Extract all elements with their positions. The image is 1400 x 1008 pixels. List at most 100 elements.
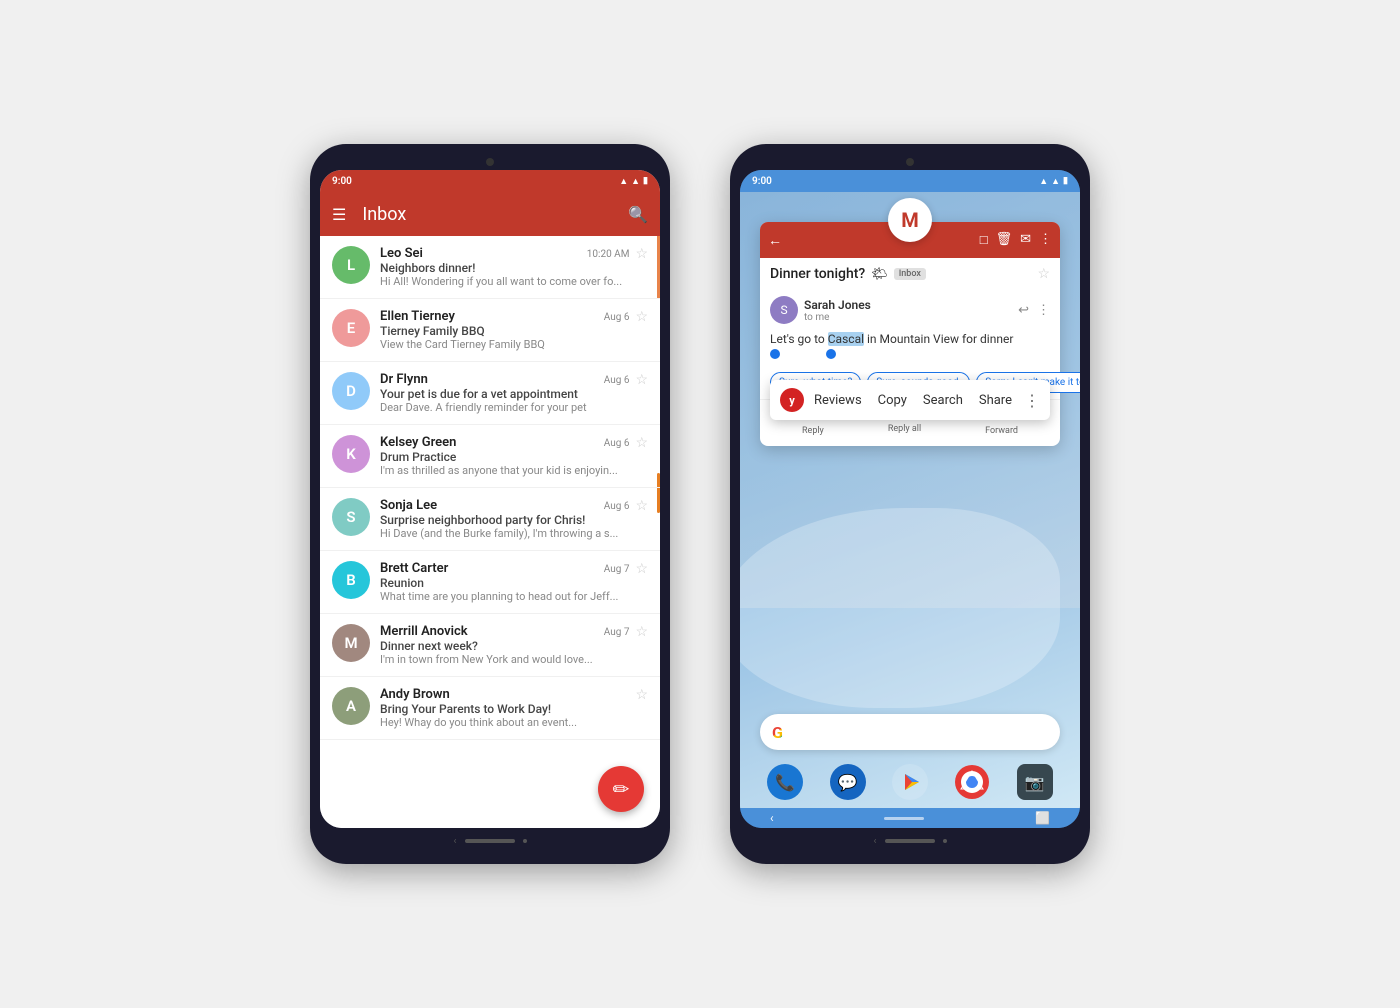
hamburger-menu[interactable]: ☰ xyxy=(332,205,346,224)
wifi-icon-2: ▲ xyxy=(1039,176,1048,187)
dock-camera[interactable]: 📷 xyxy=(1017,764,1053,800)
avatar-3: D xyxy=(332,372,370,410)
dock-phone[interactable]: 📞 xyxy=(767,764,803,800)
avatar-8: A xyxy=(332,687,370,725)
email-content-4: Kelsey Green Aug 6 Drum Practice I'm as … xyxy=(380,435,629,477)
avatar-6: B xyxy=(332,561,370,599)
detail-star-icon[interactable]: ☆ xyxy=(1037,266,1050,282)
email-row-6[interactable]: B Brett Carter Aug 7 Reunion What time a… xyxy=(320,551,660,614)
play-store-icon xyxy=(892,764,928,800)
phone-icon: 📞 xyxy=(775,773,795,792)
home-pill[interactable] xyxy=(465,839,515,843)
email-subject-1: Neighbors dinner! xyxy=(380,261,629,275)
dock-chrome[interactable] xyxy=(954,764,990,800)
email-row-4[interactable]: K Kelsey Green Aug 6 Drum Practice I'm a… xyxy=(320,425,660,488)
email-preview-7: I'm in town from New York and would love… xyxy=(380,653,629,666)
delete-icon[interactable]: 🗑 xyxy=(996,232,1013,248)
email-body: Let's go to Cascal in Mountain View for … xyxy=(760,324,1060,366)
sender-row: S Sarah Jones to me ↩ ⋮ xyxy=(760,296,1060,324)
selected-text-cascal: Cascal xyxy=(828,332,864,346)
email-preview-5: Hi Dave (and the Burke family), I'm thro… xyxy=(380,527,629,540)
email-row-2[interactable]: E Ellen Tierney Aug 6 Tierney Family BBQ… xyxy=(320,299,660,362)
star-icon-4[interactable]: ☆ xyxy=(635,435,648,451)
sender-info: Sarah Jones to me xyxy=(804,298,1012,323)
star-icon-6[interactable]: ☆ xyxy=(635,561,648,577)
home-pill-2[interactable] xyxy=(885,839,935,843)
star-icon-5[interactable]: ☆ xyxy=(635,498,648,514)
sender-name-6: Brett Carter xyxy=(380,561,448,576)
popup-copy[interactable]: Copy xyxy=(872,393,913,408)
email-time-2: Aug 6 xyxy=(604,312,630,323)
popup-share[interactable]: Share xyxy=(973,393,1018,408)
popup-search[interactable]: Search xyxy=(917,393,969,408)
email-row-1[interactable]: L Leo Sei 10:20 AM Neighbors dinner! Hi … xyxy=(320,236,660,299)
selection-handle-right xyxy=(826,349,836,359)
fluid-shape xyxy=(740,508,1060,708)
email-icon[interactable]: ✉ xyxy=(1020,232,1031,248)
yelp-icon: y xyxy=(780,388,804,412)
card-back-button[interactable]: ← xyxy=(768,232,782,249)
email-row-7[interactable]: M Merrill Anovick Aug 7 Dinner next week… xyxy=(320,614,660,677)
wifi-icon: ▲ xyxy=(619,176,628,187)
more-sender-icon[interactable]: ⋮ xyxy=(1037,303,1050,318)
avatar-7: M xyxy=(332,624,370,662)
reply-quick-icon[interactable]: ↩ xyxy=(1018,303,1029,318)
status-icons-2: ▲ ▲ ▮ xyxy=(1039,176,1068,187)
sender-name-8: Andy Brown xyxy=(380,687,450,702)
popup-more-icon[interactable]: ⋮ xyxy=(1024,391,1040,410)
email-subject-2: Tierney Family BBQ xyxy=(380,324,629,338)
back-chevron-2[interactable]: ‹ xyxy=(873,836,876,847)
star-icon-7[interactable]: ☆ xyxy=(635,624,648,640)
email-time-6: Aug 7 xyxy=(604,564,630,575)
archive-icon[interactable]: □ xyxy=(980,232,988,248)
back-chevron[interactable]: ‹ xyxy=(453,836,456,847)
sender-action-icons: ↩ ⋮ xyxy=(1018,303,1050,318)
nav-recents-2[interactable]: ⬜ xyxy=(1035,811,1050,825)
compose-fab[interactable]: ✏ xyxy=(598,766,644,812)
email-time-5: Aug 6 xyxy=(604,501,630,512)
dock-play[interactable] xyxy=(892,764,928,800)
recents-dot[interactable] xyxy=(523,839,527,843)
email-detail-subject-text: Dinner tonight? xyxy=(770,266,865,282)
star-icon-8[interactable]: ☆ xyxy=(635,687,648,703)
avatar-5: S xyxy=(332,498,370,536)
sender-name-7: Merrill Anovick xyxy=(380,624,468,639)
phone-2-notch xyxy=(740,158,1080,166)
email-row-8[interactable]: A Andy Brown Bring Your Parents to Work … xyxy=(320,677,660,740)
gmail-m-letter: M xyxy=(901,208,919,232)
email-preview-2: View the Card Tierney Family BBQ xyxy=(380,338,629,351)
app-dock: 📞 💬 xyxy=(754,764,1066,800)
search-icon[interactable]: 🔍 xyxy=(628,205,648,224)
camera-icon: 📷 xyxy=(1025,773,1045,792)
email-time-4: Aug 6 xyxy=(604,438,630,449)
popup-reviews[interactable]: Reviews xyxy=(808,393,868,408)
nav-back-2[interactable]: ‹ xyxy=(770,811,774,825)
sender-name-2: Ellen Tierney xyxy=(380,309,455,324)
inbox-badge: Inbox xyxy=(894,268,926,280)
phone-notch xyxy=(320,158,660,166)
battery-icon-2: ▮ xyxy=(1063,176,1068,186)
dock-messages[interactable]: 💬 xyxy=(830,764,866,800)
chrome-icon xyxy=(955,765,989,799)
more-icon[interactable]: ⋮ xyxy=(1039,232,1052,248)
text-selection-popup: y Reviews Copy Search Share ⋮ xyxy=(770,380,1050,420)
google-search-bar[interactable]: G xyxy=(760,714,1060,750)
star-icon-2[interactable]: ☆ xyxy=(635,309,648,325)
status-time-2: 9:00 xyxy=(752,176,772,187)
email-preview-6: What time are you planning to head out f… xyxy=(380,590,629,603)
email-content-6: Brett Carter Aug 7 Reunion What time are… xyxy=(380,561,629,603)
phone2-background: M ← □ 🗑 ✉ ⋮ Dinner tonight? xyxy=(740,192,1080,808)
gmail-app-icon: M xyxy=(888,198,932,242)
recents-card: M ← □ 🗑 ✉ ⋮ Dinner tonight? xyxy=(760,222,1060,446)
nav-home-pill-2[interactable] xyxy=(884,817,924,820)
star-icon-1[interactable]: ☆ xyxy=(635,246,648,262)
inbox-list: L Leo Sei 10:20 AM Neighbors dinner! Hi … xyxy=(320,236,660,828)
compose-icon: ✏ xyxy=(613,777,630,801)
recents-dot-2[interactable] xyxy=(943,839,947,843)
star-icon-3[interactable]: ☆ xyxy=(635,372,648,388)
sender-name-4: Kelsey Green xyxy=(380,435,456,450)
email-row-5[interactable]: S Sonja Lee Aug 6 Surprise neighborhood … xyxy=(320,488,660,551)
email-row-3[interactable]: D Dr Flynn Aug 6 Your pet is due for a v… xyxy=(320,362,660,425)
avatar-1: L xyxy=(332,246,370,284)
email-subject-4: Drum Practice xyxy=(380,450,629,464)
